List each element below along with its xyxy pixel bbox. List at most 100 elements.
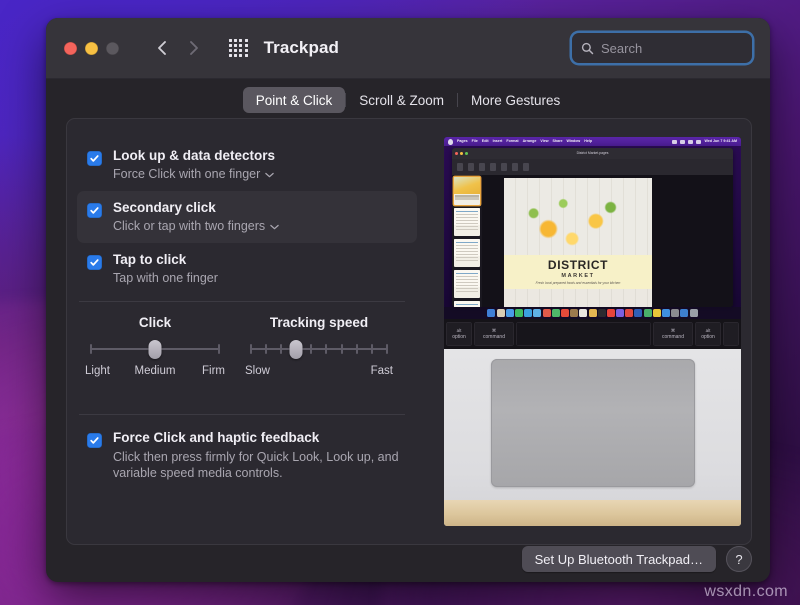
preview-window-titlebar: District Market.pages bbox=[452, 148, 733, 159]
slider-group: Click Light Medium Firm bbox=[79, 315, 409, 395]
key-bottom-label: option bbox=[701, 334, 715, 341]
preview-menu-help: Help bbox=[584, 137, 592, 146]
apple-logo-icon bbox=[448, 139, 453, 145]
tracking-speed-label: Tracking speed bbox=[245, 315, 393, 330]
click-slider-track[interactable] bbox=[91, 342, 219, 356]
minimize-button[interactable] bbox=[85, 42, 98, 55]
dock-icon bbox=[579, 309, 587, 317]
option-tap-to-click[interactable]: Tap to click Tap with one finger bbox=[77, 243, 417, 295]
control-center-icon bbox=[696, 140, 701, 144]
dock-icon bbox=[671, 309, 679, 317]
preview-menubar: Pages File Edit Insert Format Arrange Vi… bbox=[444, 137, 741, 146]
checkbox-tap-to-click[interactable] bbox=[87, 255, 102, 270]
preview-menu-window: Window bbox=[566, 137, 580, 146]
content-panel: Look up & data detectors Force Click wit… bbox=[66, 118, 752, 545]
option-look-up-data-detectors[interactable]: Look up & data detectors Force Click wit… bbox=[77, 139, 417, 191]
slider-tick bbox=[250, 344, 252, 354]
tracking-speed-thumb[interactable] bbox=[290, 340, 303, 359]
click-label-light: Light bbox=[85, 365, 110, 377]
search-field[interactable] bbox=[572, 33, 752, 63]
spotlight-icon bbox=[688, 140, 693, 144]
gesture-preview-video[interactable]: Pages File Edit Insert Format Arrange Vi… bbox=[444, 137, 741, 526]
checkbox-secondary-click[interactable] bbox=[87, 203, 102, 218]
toolbar-icon bbox=[512, 163, 518, 171]
chevron-down-icon bbox=[265, 172, 274, 178]
back-chevron-icon[interactable] bbox=[149, 35, 175, 61]
trackpad-preferences-window: Trackpad Point & Click Scroll & Zoom Mor… bbox=[46, 18, 770, 582]
maximize-button[interactable] bbox=[106, 42, 119, 55]
page-thumbnail bbox=[454, 239, 480, 267]
tracking-label-fast: Fast bbox=[371, 365, 393, 377]
settings-column: Look up & data detectors Force Click wit… bbox=[67, 119, 422, 544]
slider-tick bbox=[90, 344, 92, 354]
option-secondary-click[interactable]: Secondary click Click or tap with two fi… bbox=[77, 191, 417, 243]
dock-icon bbox=[515, 309, 523, 317]
navigation-buttons bbox=[149, 35, 207, 61]
watermark: wsxdn.com bbox=[704, 583, 788, 601]
dock-icon bbox=[653, 309, 661, 317]
checkmark-icon bbox=[89, 153, 100, 164]
forward-chevron-icon[interactable] bbox=[181, 35, 207, 61]
checkbox-look-up[interactable] bbox=[87, 151, 102, 166]
preview-menu-clock: Wed Jun 7 9:41 AM bbox=[704, 137, 737, 146]
slider-tick bbox=[218, 344, 220, 354]
preview-desk-surface bbox=[444, 500, 741, 526]
checkmark-icon bbox=[89, 257, 100, 268]
tab-more-gestures[interactable]: More Gestures bbox=[458, 87, 573, 113]
toolbar-icon bbox=[523, 163, 529, 171]
poster-subhead: MARKET bbox=[561, 273, 594, 279]
tab-scroll-and-zoom[interactable]: Scroll & Zoom bbox=[346, 87, 457, 113]
checkmark-icon bbox=[89, 435, 100, 446]
option-force-click[interactable]: Force Click and haptic feedback Click th… bbox=[77, 425, 435, 485]
slider-tick bbox=[371, 344, 373, 354]
key-spacebar bbox=[516, 322, 651, 346]
page-thumbnail bbox=[454, 177, 480, 205]
preview-keyboard-row: alt option ⌘ command ⌘ command bbox=[444, 319, 741, 349]
preview-menu-arrange: Arrange bbox=[523, 137, 537, 146]
wifi-icon bbox=[680, 140, 685, 144]
click-label-medium: Medium bbox=[135, 365, 176, 377]
preview-menu-view: View bbox=[540, 137, 548, 146]
dock-icon bbox=[543, 309, 551, 317]
click-slider-thumb[interactable] bbox=[149, 340, 162, 359]
show-all-preferences-icon[interactable] bbox=[229, 39, 248, 58]
page-thumbnail bbox=[454, 270, 480, 298]
option-subtitle: Force Click with one finger bbox=[113, 166, 260, 183]
checkbox-force-click[interactable] bbox=[87, 433, 102, 448]
dock-icon bbox=[589, 309, 597, 317]
preview-menu-share: Share bbox=[552, 137, 562, 146]
preview-laptop-base bbox=[444, 349, 741, 526]
dock-icon bbox=[561, 309, 569, 317]
key-command-left: ⌘ command bbox=[474, 322, 514, 346]
toolbar-icon bbox=[479, 163, 485, 171]
option-dropdown-secondary-click[interactable]: Click or tap with two fingers bbox=[113, 218, 279, 235]
force-click-description: Click then press firmly for Quick Look, … bbox=[113, 449, 427, 481]
set-up-bluetooth-trackpad-button[interactable]: Set Up Bluetooth Trackpad… bbox=[522, 546, 716, 572]
click-label-firm: Firm bbox=[202, 365, 225, 377]
dock-icon bbox=[634, 309, 642, 317]
desktop-background: Trackpad Point & Click Scroll & Zoom Mor… bbox=[0, 0, 800, 605]
divider bbox=[79, 301, 405, 302]
key-bottom-label: command bbox=[483, 334, 505, 341]
key-command-right: ⌘ command bbox=[653, 322, 693, 346]
close-button[interactable] bbox=[64, 42, 77, 55]
dock-icon bbox=[616, 309, 624, 317]
help-button[interactable]: ? bbox=[726, 546, 752, 572]
dock-icon bbox=[524, 309, 532, 317]
search-input[interactable] bbox=[601, 41, 770, 56]
page-title: Trackpad bbox=[264, 38, 339, 58]
dock-icon bbox=[497, 309, 505, 317]
tracking-speed-labels: Slow Fast bbox=[245, 365, 393, 380]
tracking-speed-track[interactable] bbox=[251, 342, 387, 356]
tab-point-and-click[interactable]: Point & Click bbox=[243, 87, 346, 113]
checkmark-icon bbox=[89, 205, 100, 216]
preview-pages-window: District Market.pages bbox=[452, 148, 733, 307]
option-dropdown-look-up[interactable]: Force Click with one finger bbox=[113, 166, 275, 183]
preview-column: Pages File Edit Insert Format Arrange Vi… bbox=[444, 137, 741, 526]
preview-document-body: DISTRICT MARKET Fresh local prepared foo… bbox=[452, 175, 733, 307]
search-icon bbox=[581, 42, 594, 55]
poster-tagline: Fresh local prepared foods and essential… bbox=[536, 281, 621, 285]
slider-tick bbox=[280, 344, 282, 354]
key-bottom-label: command bbox=[662, 334, 684, 341]
dock-icon bbox=[487, 309, 495, 317]
